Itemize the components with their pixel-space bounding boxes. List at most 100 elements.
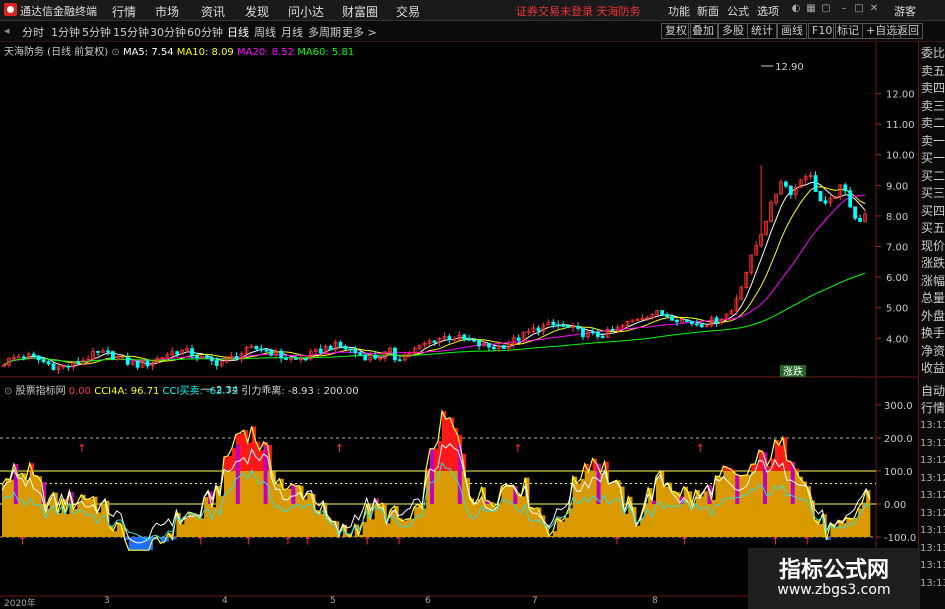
sidebar-tab[interactable]: 卖五	[921, 64, 945, 78]
maximize-icon[interactable]: □	[853, 3, 865, 15]
skin-icon[interactable]: ◐	[790, 3, 802, 15]
sidebar-tab[interactable]: 买二	[921, 169, 945, 183]
candle-body	[36, 355, 41, 361]
menu-item-gongshi[interactable]: 公式	[727, 3, 749, 19]
ind-magenta-bar	[430, 448, 435, 504]
watermark-title: 指标公式网	[778, 558, 889, 583]
sidebar-tab[interactable]: 买一	[921, 151, 945, 165]
sidebar-tab[interactable]: 涨跌	[921, 256, 945, 270]
menu-item-jiaoyi[interactable]: 交易	[396, 3, 420, 20]
ind-red-bar	[778, 445, 784, 471]
sidebar-tab[interactable]: 卖三	[921, 99, 945, 113]
ma10-line	[3, 186, 866, 366]
duogu-button[interactable]: 多股	[718, 23, 748, 39]
tongji-button[interactable]: 统计	[747, 23, 777, 39]
menu-item-gongneng[interactable]: 功能	[668, 3, 690, 19]
ind-orange-bar	[251, 471, 256, 537]
layout-icon[interactable]: ▦	[805, 3, 817, 15]
biaoji-button[interactable]: 标记	[833, 23, 863, 39]
signal-arrow: ↑	[335, 442, 344, 455]
sidebar-tab[interactable]: 卖二	[921, 116, 945, 130]
indicator-settings-icon[interactable]: ⊙	[4, 386, 12, 397]
diejia-button[interactable]: 叠加	[688, 23, 718, 39]
sidebar-tab[interactable]: 卖四	[921, 81, 945, 95]
close-icon[interactable]: ✕	[868, 3, 880, 15]
menu-item-xinmian[interactable]: 新面	[697, 3, 719, 19]
period-weekly[interactable]: 周线	[254, 24, 276, 40]
period-15min[interactable]: 15分钟	[113, 24, 149, 40]
sidebar-tab[interactable]: 自动	[921, 384, 945, 398]
sidebar-tab[interactable]: 换手	[921, 326, 945, 340]
period-30min[interactable]: 30分钟	[150, 24, 186, 40]
period-toolbar: ◂ 分时 1分钟 5分钟 15分钟 30分钟 60分钟 日线 周线 月线 多周期…	[0, 21, 945, 42]
signal-arrow: ↑	[18, 534, 27, 547]
sidebar-tab[interactable]: 委比	[921, 46, 945, 60]
signal-arrow: ↑	[394, 534, 403, 547]
stock-chart-area[interactable]: 12.902.34涨跌 ↑↑↑ ↑↑↑ ↑↑↑ ↑↑↑ ↑↑↑ ↑ 12.0011.001…	[0, 42, 918, 597]
toolbar-toggle-icon[interactable]: ◂	[4, 24, 10, 37]
candle-body	[660, 310, 665, 316]
guest-label[interactable]: 游客	[894, 3, 916, 19]
ind-orange-bar	[739, 475, 744, 537]
period-fenshi[interactable]: 分时	[22, 24, 44, 40]
period-more[interactable]: 更多 >	[342, 24, 377, 40]
sidebar-tab[interactable]: 买四	[921, 204, 945, 218]
ind-orange-bar	[794, 471, 799, 537]
menu-item-hangqing[interactable]: 行情	[112, 3, 136, 20]
period-5min[interactable]: 5分钟	[82, 24, 111, 40]
sidebar-tab[interactable]: 总量	[921, 291, 945, 305]
sidebar-tab[interactable]: 收益	[921, 361, 945, 375]
sidebar-tab[interactable]: 外盘	[921, 309, 945, 323]
date-label: 6	[425, 596, 431, 606]
ind-orange-bar	[683, 486, 689, 537]
back-button[interactable]: 返回	[893, 23, 923, 39]
tick-time: 13:13	[920, 542, 945, 554]
ind-blue-bar	[136, 537, 142, 551]
ind-orange-bar	[227, 471, 233, 537]
menu-item-faxian[interactable]: 发现	[245, 3, 269, 20]
candle-body	[858, 217, 863, 222]
settings-icon[interactable]: ⊙	[111, 47, 119, 58]
period-daily[interactable]: 日线	[227, 24, 249, 40]
ind-red-bar	[223, 457, 229, 471]
ind-orange-bar	[802, 481, 807, 537]
ind-orange-bar	[517, 494, 522, 537]
huaxian-button[interactable]: 画线	[777, 23, 807, 39]
ind-orange-bar	[600, 472, 605, 537]
minimize-icon[interactable]: –	[838, 3, 850, 15]
sidebar-tab[interactable]: 买三	[921, 186, 945, 200]
ind-orange-bar	[180, 524, 185, 537]
sidebar-tab[interactable]: 行情	[921, 401, 945, 415]
menu-item-caifuquan[interactable]: 财富圈	[342, 3, 378, 20]
ma20-label: MA20: 8.52	[236, 47, 294, 58]
fullscreen-icon[interactable]: ▢	[820, 3, 832, 15]
period-monthly[interactable]: 月线	[281, 24, 303, 40]
ind-orange-bar	[580, 479, 585, 537]
sidebar-tab[interactable]: 涨幅	[921, 274, 945, 288]
period-multi[interactable]: 多周期	[308, 24, 341, 40]
signal-arrow: ↑	[196, 534, 205, 547]
period-60min[interactable]: 60分钟	[187, 24, 223, 40]
ind-orange-bar	[715, 475, 720, 537]
sidebar-tab[interactable]: 净资	[921, 344, 945, 358]
menu-item-shichang[interactable]: 市场	[155, 3, 179, 20]
ind-orange-bar	[727, 471, 732, 537]
menu-item-zixun[interactable]: 资讯	[201, 3, 225, 20]
trade-notice[interactable]: 证券交易未登录 天海防务	[516, 3, 641, 19]
menu-item-wenxiaoda[interactable]: 问小达	[288, 3, 324, 20]
candle-body	[699, 324, 704, 328]
fuquan-button[interactable]: 复权	[661, 23, 691, 39]
menu-item-xuanxiang[interactable]: 选项	[757, 3, 779, 19]
ind-orange-bar	[9, 479, 15, 537]
candle-body	[536, 327, 541, 332]
signal-arrow: ↑	[771, 534, 780, 547]
ind-orange-bar	[239, 471, 245, 537]
period-1min[interactable]: 1分钟	[51, 24, 80, 40]
sidebar-tab[interactable]: 卖一	[921, 134, 945, 148]
ind-magenta-bar	[291, 484, 296, 504]
sidebar-tab[interactable]: 买五	[921, 221, 945, 235]
sidebar-tab[interactable]: 现价	[921, 239, 945, 253]
ind-orange-bar	[778, 471, 784, 537]
ind-orange-bar	[223, 471, 229, 537]
ind-blue-bar	[132, 537, 138, 551]
